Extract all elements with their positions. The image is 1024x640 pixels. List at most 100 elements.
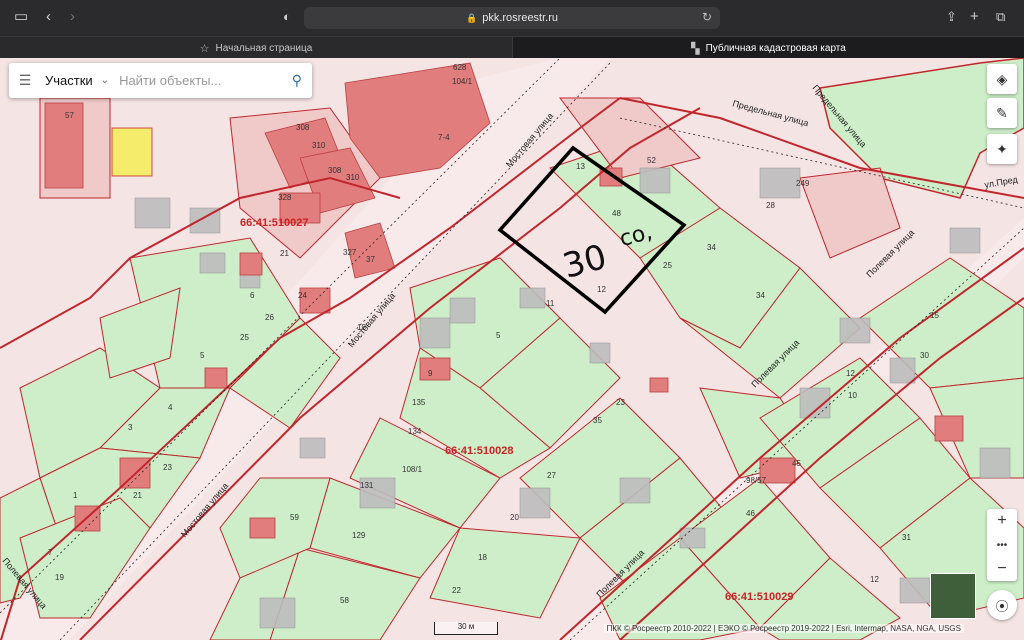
compass-icon[interactable]: ⦿	[987, 590, 1017, 620]
zoom-more-icon[interactable]: •••	[987, 533, 1017, 557]
parcel-number: 98/57	[746, 476, 767, 485]
forward-icon[interactable]: ›	[70, 8, 75, 26]
chevron-down-icon[interactable]: ⌄	[101, 75, 109, 86]
zoom-control: + ••• −	[987, 509, 1017, 581]
quarter-label: 66:41:510028	[445, 445, 514, 457]
search-icon[interactable]: ⚲	[292, 72, 302, 89]
parcel-number: 48	[612, 209, 621, 218]
map-canvas: Мостовая улица Мостовая улица Мостовая у…	[0, 58, 1024, 640]
parcel-number: 328	[278, 193, 292, 202]
layer-select[interactable]: Участки	[45, 73, 93, 88]
tab-label: Начальная страница	[215, 42, 313, 54]
zoom-in-button[interactable]: +	[987, 509, 1017, 533]
parcel-number: 13	[576, 162, 585, 171]
parcel-number: 7-4	[438, 133, 450, 142]
address-bar[interactable]: 🔒 pkk.rosreestr.ru ↻	[304, 7, 720, 29]
select-area-icon[interactable]: ✦	[987, 134, 1017, 164]
parcel-number: 27	[547, 471, 556, 480]
tab-label: Публичная кадастровая карта	[705, 42, 846, 54]
parcel-number: 59	[290, 513, 299, 522]
parcel-number: 1	[73, 491, 78, 500]
tab-cadastral-map[interactable]: ▚ Публичная кадастровая карта	[513, 37, 1024, 59]
parcel-number: 3	[128, 423, 133, 432]
parcel-number: 134	[408, 427, 422, 436]
parcel-number: 15	[930, 311, 939, 320]
tab-bar: ☆ Начальная страница ▚ Публичная кадастр…	[0, 36, 1024, 59]
parcel-number: 5	[496, 331, 501, 340]
parcel-number: 310	[312, 141, 326, 150]
star-icon: ☆	[199, 42, 210, 55]
cadastral-map[interactable]: Мостовая улица Мостовая улица Мостовая у…	[0, 58, 1024, 640]
favicon-icon: ▚	[691, 42, 700, 55]
parcel-number: 30	[920, 351, 929, 360]
parcel-number: 131	[360, 481, 374, 490]
parcel-number: 31	[902, 533, 911, 542]
parcel-number: 57	[65, 111, 74, 120]
zoom-out-button[interactable]: −	[987, 557, 1017, 581]
parcel-number: 35	[593, 416, 602, 425]
basemap-switcher[interactable]	[930, 573, 976, 619]
ruler-icon[interactable]: ✎	[987, 98, 1017, 128]
parcel-number: 22	[452, 586, 461, 595]
lock-icon: 🔒	[465, 12, 478, 23]
layers-icon[interactable]: ◈	[987, 64, 1017, 94]
quarter-label: 66:41:510029	[725, 591, 794, 603]
parcel-number: 23	[163, 463, 172, 472]
scale-bar: 30 м	[434, 622, 498, 635]
reload-icon[interactable]: ↻	[702, 10, 712, 24]
attribution-text: ПКК © Росреестр 2010-2022 | ЕЭКО © Росре…	[603, 624, 964, 633]
parcel-number: 11	[546, 299, 555, 308]
parcel-number: 6	[250, 291, 255, 300]
search-panel: ☰ Участки ⌄ ⚲	[9, 63, 312, 98]
parcel-number: 10	[848, 391, 857, 400]
parcel-number: 7	[48, 548, 53, 557]
back-icon[interactable]: ‹	[46, 8, 51, 26]
parcel-number: 24	[298, 291, 307, 300]
menu-icon[interactable]: ☰	[9, 72, 41, 89]
parcel-number: 628	[453, 63, 467, 72]
parcel-number: 46	[746, 509, 755, 518]
parcel-number: 308	[296, 123, 310, 132]
parcel-number: 23	[616, 398, 625, 407]
shield-icon[interactable]: ◐	[283, 8, 291, 26]
url-text: pkk.rosreestr.ru	[482, 12, 559, 24]
parcel-number: 25	[663, 261, 672, 270]
parcel-number: 58	[340, 596, 349, 605]
parcel-number: 249	[796, 179, 810, 188]
parcel-number: 20	[510, 513, 519, 522]
parcel-number: 12	[846, 369, 855, 378]
parcel-number: 108/1	[402, 465, 423, 474]
parcel-number: 28	[766, 201, 775, 210]
new-tab-icon[interactable]: +	[970, 8, 979, 26]
parcel-number: 18	[478, 553, 487, 562]
parcel-number: 308	[328, 166, 342, 175]
parcel-number: 104/1	[452, 77, 473, 86]
quarter-label: 66:41:510027	[240, 217, 309, 229]
parcel-number: 9	[428, 369, 433, 378]
parcel-number: 129	[352, 531, 366, 540]
parcel-number: 19	[55, 573, 64, 582]
parcel-number: 26	[265, 313, 274, 322]
parcel-number: 12	[597, 285, 606, 294]
parcel-number: 12	[870, 575, 879, 584]
browser-toolbar: ▭ ‹ › ◐ 🔒 pkk.rosreestr.ru ↻ ⇪ + ⧉	[0, 0, 1024, 36]
parcel-number: 5	[200, 351, 205, 360]
parcel-number: 310	[346, 173, 360, 182]
parcel-number: 34	[707, 243, 716, 252]
sidebar-toggle-icon[interactable]: ▭	[14, 8, 28, 26]
parcel-number: 37	[366, 255, 375, 264]
parcel-number: 21	[280, 249, 289, 258]
parcel-number: 45	[792, 459, 801, 468]
search-input[interactable]	[117, 72, 282, 89]
parcel-number: 4	[168, 403, 173, 412]
parcel-number: 18	[357, 323, 366, 332]
parcel-number: 25	[240, 333, 249, 342]
parcel-number: 52	[647, 156, 656, 165]
parcel-number: 34	[756, 291, 765, 300]
tab-start-page[interactable]: ☆ Начальная страница	[0, 37, 513, 59]
parcel-number: 327	[343, 248, 357, 257]
parcel-number: 21	[133, 491, 142, 500]
share-icon[interactable]: ⇪	[946, 8, 957, 26]
parcel-number: 135	[412, 398, 426, 407]
tab-overview-icon[interactable]: ⧉	[996, 8, 1005, 26]
